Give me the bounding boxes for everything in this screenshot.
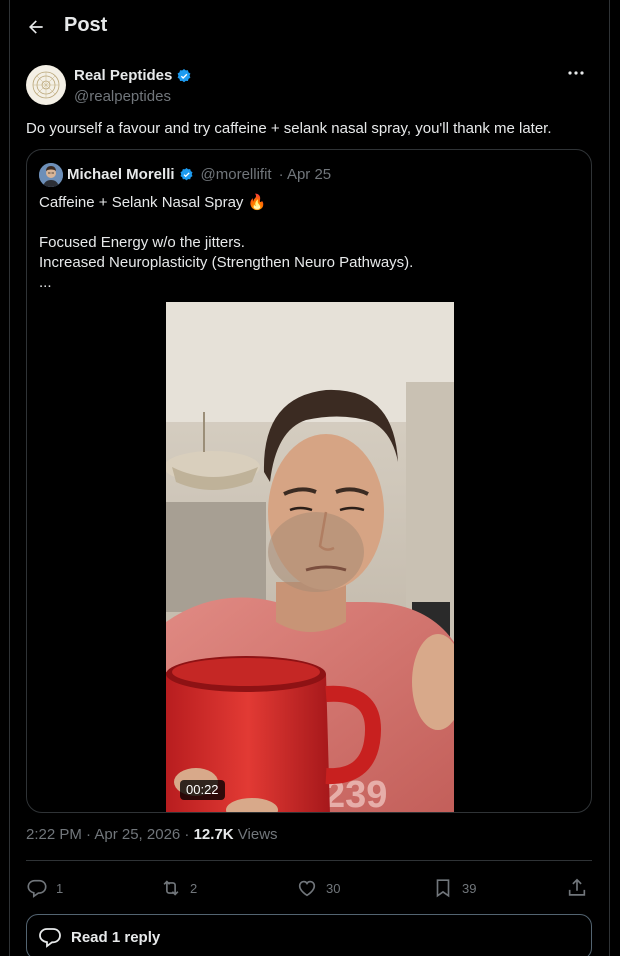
quoted-author-handle[interactable]: @morellifit [201, 166, 272, 183]
back-arrow-icon[interactable] [22, 13, 50, 41]
quoted-author-avatar[interactable] [39, 163, 63, 187]
author-name-row[interactable]: Real Peptides [74, 67, 192, 84]
post-detail-view: Post Real Peptides @realpeptides Do your… [0, 0, 620, 956]
bookmark-count: 39 [462, 880, 477, 896]
video-thumbnail: 239 [166, 302, 454, 812]
post-timestamp[interactable]: 2:22 PM · Apr 25, 2026 · [26, 826, 194, 843]
author-name[interactable]: Real Peptides [74, 67, 172, 84]
conversation-icon [39, 928, 61, 948]
quoted-text-line: Focused Energy w/o the jitters. [39, 234, 245, 251]
like-count: 30 [326, 880, 341, 896]
column-border-right [609, 0, 610, 956]
verified-badge-icon [177, 68, 191, 82]
author-handle[interactable]: @realpeptides [74, 88, 171, 105]
read-replies-label: Read 1 reply [71, 928, 161, 946]
quoted-text-line: ... [39, 274, 52, 291]
views-count: 12.7K [193, 826, 234, 843]
post-meta: 2:22 PM · Apr 25, 2026 · 12.7K Views [26, 826, 278, 843]
bookmark-icon [436, 879, 450, 898]
repost-icon [163, 880, 179, 896]
read-replies-button[interactable]: Read 1 reply [26, 914, 592, 956]
repost-button[interactable]: 2 [160, 875, 197, 901]
video-player[interactable]: 239 00:22 [166, 302, 454, 812]
quoted-author-name[interactable]: Michael Morelli [67, 166, 175, 183]
quoted-text-line [39, 213, 579, 233]
video-duration-badge: 00:22 [180, 780, 225, 800]
bookmark-button[interactable]: 39 [432, 875, 476, 901]
action-bar: 1 2 30 39 [26, 875, 592, 901]
reply-count: 1 [56, 880, 64, 896]
column-border-left [9, 0, 10, 956]
views-label: Views [233, 826, 278, 843]
like-button[interactable]: 30 [296, 875, 340, 901]
page-title: Post [64, 14, 108, 36]
heart-icon [298, 880, 316, 897]
quoted-post-date: · Apr 25 [278, 166, 332, 183]
quoted-text-line: Caffeine + Selank Nasal Spray 🔥 [39, 194, 267, 211]
more-options-icon[interactable] [564, 62, 588, 84]
quoted-post-card[interactable]: Michael Morelli @morellifit · Apr 25 Caf… [26, 149, 592, 813]
repost-count: 2 [190, 880, 198, 896]
divider [26, 860, 592, 861]
author-avatar[interactable] [26, 65, 66, 105]
share-button[interactable] [566, 875, 588, 901]
quoted-author-row: Michael Morelli @morellifit · Apr 25 [67, 166, 331, 183]
quoted-post-text: Caffeine + Selank Nasal Spray 🔥 Focused … [39, 193, 579, 293]
verified-badge-icon [180, 167, 193, 181]
reply-icon [27, 879, 47, 898]
share-icon [568, 878, 586, 896]
quoted-text-line: Increased Neuroplasticity (Strengthen Ne… [39, 254, 414, 271]
post-text: Do yourself a favour and try caffeine + … [26, 120, 552, 137]
reply-button[interactable]: 1 [26, 875, 63, 901]
